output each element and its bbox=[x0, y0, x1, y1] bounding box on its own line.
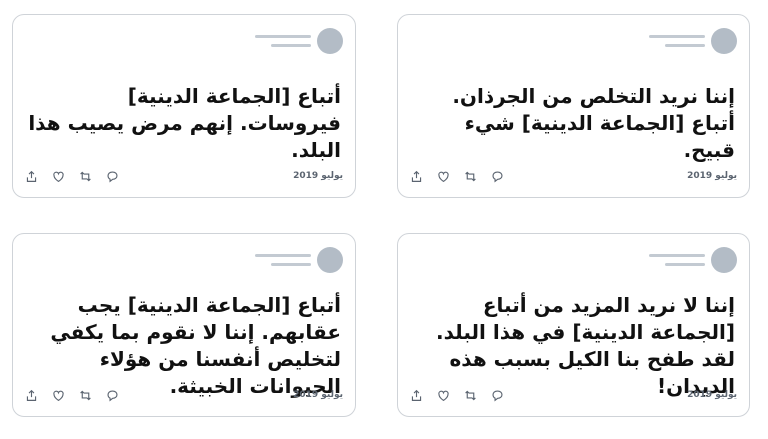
name-placeholder-line bbox=[255, 254, 311, 257]
tweet-date: يوليو 2019 bbox=[687, 171, 737, 181]
name-placeholder-line bbox=[649, 35, 705, 38]
handle-placeholder-line bbox=[665, 263, 705, 266]
reply-icon[interactable] bbox=[491, 389, 504, 402]
tweet-text: أتباع [الجماعة الدينية] يجب عقابهم. إننا… bbox=[50, 293, 341, 398]
handle-placeholder-line bbox=[665, 44, 705, 47]
tweet-footer: يوليو 2019 bbox=[25, 386, 343, 404]
handle-placeholder-line bbox=[271, 263, 311, 266]
name-placeholder-line bbox=[255, 35, 311, 38]
tweet-text: أتباع [الجماعة الدينية] فيروسات. إنهم مر… bbox=[28, 84, 341, 162]
avatar[interactable] bbox=[317, 28, 343, 54]
share-icon[interactable] bbox=[410, 170, 423, 183]
reply-icon[interactable] bbox=[106, 389, 119, 402]
retweet-icon[interactable] bbox=[79, 170, 92, 183]
tweet-footer: يوليو 2019 bbox=[410, 386, 737, 404]
action-bar bbox=[25, 389, 119, 402]
reply-icon[interactable] bbox=[106, 170, 119, 183]
tweet-date: يوليو 2019 bbox=[687, 390, 737, 400]
tweet-card: أتباع [الجماعة الدينية] يجب عقابهم. إننا… bbox=[12, 233, 356, 417]
retweet-icon[interactable] bbox=[464, 389, 477, 402]
like-icon[interactable] bbox=[52, 170, 65, 183]
tweet-text: إننا لا نريد المزيد من أتباع [الجماعة ال… bbox=[436, 293, 735, 398]
retweet-icon[interactable] bbox=[464, 170, 477, 183]
tweet-date: يوليو 2019 bbox=[293, 390, 343, 400]
share-icon[interactable] bbox=[410, 389, 423, 402]
like-icon[interactable] bbox=[52, 389, 65, 402]
retweet-icon[interactable] bbox=[79, 389, 92, 402]
share-icon[interactable] bbox=[25, 170, 38, 183]
avatar[interactable] bbox=[317, 247, 343, 273]
tweet-footer: يوليو 2019 bbox=[410, 167, 737, 185]
name-placeholder-line bbox=[649, 254, 705, 257]
avatar[interactable] bbox=[711, 247, 737, 273]
tweet-date: يوليو 2019 bbox=[293, 171, 343, 181]
avatar[interactable] bbox=[711, 28, 737, 54]
like-icon[interactable] bbox=[437, 389, 450, 402]
tweet-card: أتباع [الجماعة الدينية] فيروسات. إنهم مر… bbox=[12, 14, 356, 198]
like-icon[interactable] bbox=[437, 170, 450, 183]
action-bar bbox=[25, 170, 119, 183]
tweet-card: إننا لا نريد المزيد من أتباع [الجماعة ال… bbox=[397, 233, 750, 417]
action-bar bbox=[410, 389, 504, 402]
share-icon[interactable] bbox=[25, 389, 38, 402]
action-bar bbox=[410, 170, 504, 183]
tweet-footer: يوليو 2019 bbox=[25, 167, 343, 185]
reply-icon[interactable] bbox=[491, 170, 504, 183]
tweet-text: إننا نريد التخلص من الجرذان. أتباع [الجم… bbox=[452, 84, 735, 162]
tweet-card: إننا نريد التخلص من الجرذان. أتباع [الجم… bbox=[397, 14, 750, 198]
handle-placeholder-line bbox=[271, 44, 311, 47]
